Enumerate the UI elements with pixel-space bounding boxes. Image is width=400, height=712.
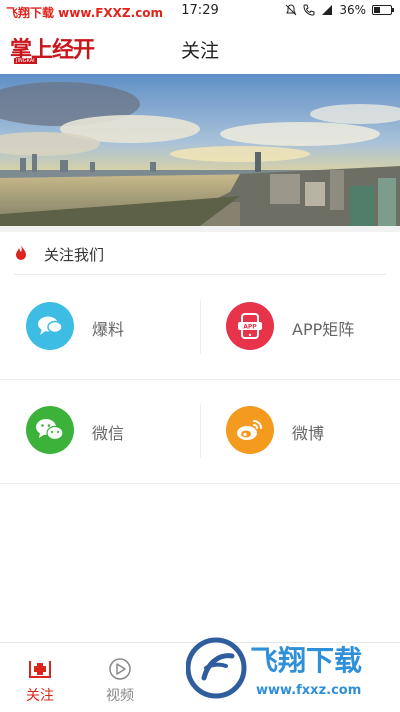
grid-item-baoliao[interactable]: 爆料 <box>0 276 200 380</box>
watermark-brand: 飞翔下载 <box>250 644 362 677</box>
nav-item-video[interactable]: 视频 <box>80 643 160 712</box>
play-circle-icon <box>109 658 131 680</box>
nav-item-follow[interactable]: 关注 <box>0 643 80 712</box>
wechat-icon <box>26 406 74 454</box>
chat-bubble-icon <box>26 302 74 350</box>
grid-row: 微信 微博 <box>0 380 400 484</box>
grid-item-label: 爆料 <box>92 320 125 339</box>
page-title: 关注 <box>180 40 219 62</box>
divider <box>14 274 386 275</box>
status-bar: 飞翔下载 www.FXXZ.com 17:29 36% <box>0 0 400 24</box>
fire-icon <box>16 245 26 260</box>
status-icons: 36% <box>285 3 394 17</box>
nav-label: 关注 <box>26 688 54 704</box>
watermark-url: www.fxxz.com <box>256 683 361 698</box>
nav-label: 视频 <box>106 688 134 704</box>
signal-icon <box>322 5 333 15</box>
section-title: 关注我们 <box>44 246 105 264</box>
app-header: 掌上经开 JINGKAI 关注 <box>0 24 400 74</box>
grid-item-label: APP矩阵 <box>292 320 355 339</box>
battery-icon <box>372 5 394 15</box>
weibo-icon <box>226 406 274 454</box>
banner-image[interactable] <box>0 74 400 226</box>
grid-item-app-matrix[interactable]: APP APP矩阵 <box>200 276 400 380</box>
city-skyline-image <box>0 74 400 226</box>
app-phone-icon: APP <box>226 302 274 350</box>
divider <box>0 483 400 484</box>
call-icon <box>303 4 315 16</box>
grid-item-weibo[interactable]: 微博 <box>200 380 400 484</box>
medical-cross-icon <box>29 661 51 678</box>
grid-row: 爆料 APP APP矩阵 <box>0 276 400 380</box>
grid-item-wechat[interactable]: 微信 <box>0 380 200 484</box>
svg-text:APP: APP <box>243 324 257 331</box>
battery-percent: 36% <box>339 3 366 17</box>
mute-icon <box>285 4 297 16</box>
grid-item-label: 微信 <box>92 424 125 443</box>
section-header: 关注我们 <box>0 232 400 274</box>
grid-item-label: 微博 <box>292 424 325 443</box>
watermark-logo: 飞翔下载 www.fxxz.com <box>186 637 362 699</box>
